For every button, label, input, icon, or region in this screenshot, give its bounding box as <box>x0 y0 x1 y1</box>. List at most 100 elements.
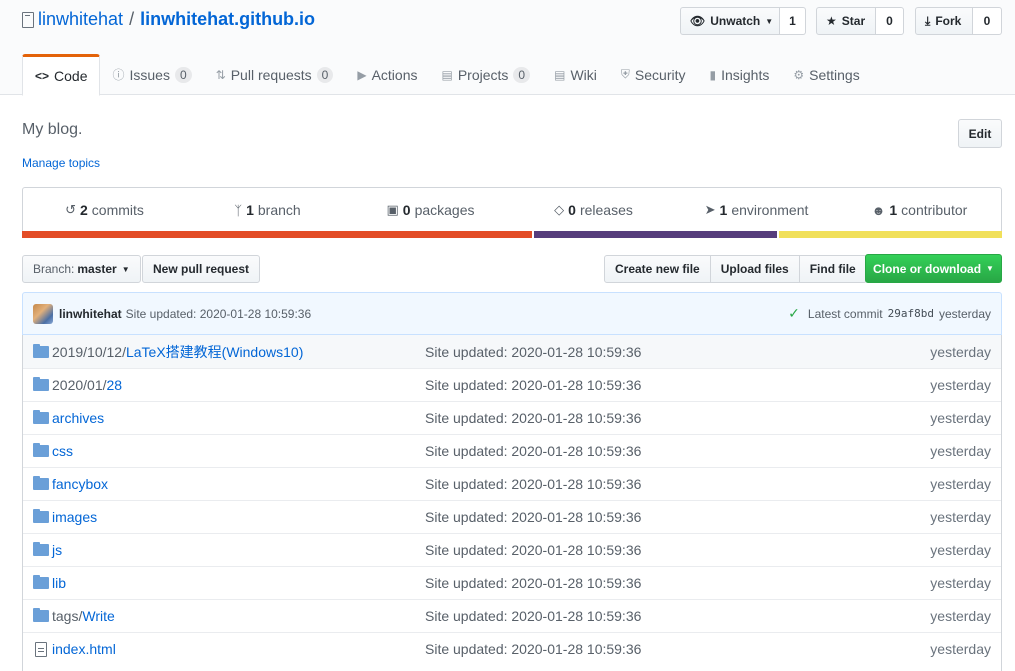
create-new-file-button[interactable]: Create new file <box>604 255 711 283</box>
numbers-summary: ↺ 2 commits ᛉ 1 branch ▣ 0 packages ◇ 0 … <box>22 187 1002 238</box>
file-commit-message-link[interactable]: Site updated: 2020-01-28 10:59:36 <box>425 377 641 393</box>
fork-button[interactable]: ⤓ Fork <box>915 7 973 35</box>
branch-select-button[interactable]: Branch: master ▼ <box>22 255 141 283</box>
tag-icon: ◇ <box>554 202 565 217</box>
repo-title-separator: / <box>129 9 135 29</box>
unwatch-button[interactable]: 👁 Unwatch ▼ <box>680 7 780 35</box>
file-row[interactable]: lib Site updated: 2020-01-28 10:59:36 yest… <box>23 566 1001 599</box>
file-commit-message-link[interactable]: Site updated: 2020-01-28 10:59:36 <box>425 575 641 591</box>
upload-files-button[interactable]: Upload files <box>709 255 800 283</box>
language-bar[interactable] <box>22 231 1002 238</box>
file-name-link[interactable]: 2020/01/28 <box>52 377 122 393</box>
summary-releases[interactable]: ◇ 0 releases <box>512 188 675 232</box>
file-row[interactable]: js Site updated: 2020-01-28 10:59:36 yeste… <box>23 533 1001 566</box>
file-name: fancybox <box>52 476 109 492</box>
file-name-link[interactable]: js <box>52 542 62 558</box>
issues-counter: 0 <box>174 66 192 83</box>
file-row[interactable]: archives Site updated: 2020-01-28 10:59:3… <box>23 401 1001 434</box>
file-row[interactable]: images Site updated: 2020-01-28 10:59:36 y… <box>23 500 1001 533</box>
summary-environment[interactable]: ➤ 1 environment <box>675 188 838 232</box>
packages-count: 0 <box>402 202 411 218</box>
new-pull-request-button[interactable]: New pull request <box>142 255 261 283</box>
repo-description: My blog. <box>22 121 83 138</box>
chevron-down-icon: ▼ <box>986 264 994 273</box>
file-name-link[interactable]: 2019/10/12/LaTeX搭建教程(Windows10) <box>52 342 303 362</box>
graph-icon: ▮ <box>709 67 717 82</box>
file-name: images <box>52 509 98 525</box>
avatar[interactable] <box>33 303 53 324</box>
folder-icon <box>33 542 49 556</box>
tab-projects[interactable]: ▤ Projects 0 <box>430 54 543 95</box>
file-age: yesterday <box>930 343 991 360</box>
file-name-link[interactable]: index.html <box>52 641 116 657</box>
file-row[interactable]: tags/Write Site updated: 2020-01-28 10:59… <box>23 599 1001 632</box>
tab-insights[interactable]: ▮ Insights <box>697 54 781 95</box>
people-icon: ☻ <box>871 202 886 218</box>
file-row[interactable]: 2019/10/12/LaTeX搭建教程(Windows10) Site upda… <box>23 335 1001 368</box>
branch-label: branch <box>257 202 301 218</box>
summary-branch[interactable]: ᛉ 1 branch <box>186 188 349 232</box>
check-icon[interactable]: ✓ <box>788 305 800 322</box>
commit-message-link[interactable]: Site updated: 2020-01-28 10:59:36 <box>126 307 311 321</box>
repo-owner-link[interactable]: linwhitehat <box>38 9 123 30</box>
find-file-button[interactable]: Find file <box>798 255 867 283</box>
file-name-link[interactable]: archives <box>52 410 104 426</box>
repo-name-link[interactable]: linwhitehat.github.io <box>140 9 315 30</box>
packages-label: packages <box>414 202 475 218</box>
tab-issues[interactable]: ⓘ Issues 0 <box>100 54 203 95</box>
file-age: yesterday <box>930 377 991 393</box>
file-row[interactable]: fancybox Site updated: 2020-01-28 10:59:3… <box>23 467 1001 500</box>
language-segment[interactable] <box>776 231 1002 238</box>
tab-pull-requests[interactable]: ⇅ Pull requests 0 <box>204 54 346 95</box>
file-commit-message-link[interactable]: Site updated: 2020-01-28 10:59:36 <box>425 509 641 525</box>
summary-contributor[interactable]: ☻ 1 contributor <box>838 188 1001 232</box>
releases-count: 0 <box>568 202 576 218</box>
forks-count[interactable]: 0 <box>973 7 1002 35</box>
stargazers-count[interactable]: 0 <box>876 7 904 35</box>
summary-commits[interactable]: ↺ 2 commits <box>23 188 186 232</box>
file-row[interactable]: 2020/01/28 Site updated: 2020-01-28 10:59… <box>23 368 1001 401</box>
language-segment[interactable] <box>531 231 777 238</box>
commit-sha-link[interactable]: 29af8bd <box>888 307 934 320</box>
commit-author-link[interactable]: linwhitehat <box>59 307 122 321</box>
file-name: archives <box>52 410 105 426</box>
star-icon: ★ <box>826 14 837 28</box>
file-commit-message-link[interactable]: Site updated: 2020-01-28 10:59:36 <box>425 608 641 624</box>
file-name-link[interactable]: css <box>52 443 73 459</box>
tab-wiki[interactable]: ▤ Wiki <box>542 54 609 95</box>
language-segment[interactable] <box>22 231 532 238</box>
file-age: yesterday <box>930 410 991 426</box>
clone-or-download-button[interactable]: Clone or download ▼ <box>865 254 1002 283</box>
manage-topics-link[interactable]: Manage topics <box>22 156 100 170</box>
file-age: yesterday <box>930 443 991 459</box>
file-commit-message-link[interactable]: Site updated: 2020-01-28 10:59:36 <box>425 641 641 657</box>
file-name-link[interactable]: tags/Write <box>52 608 115 624</box>
environment-count: 1 <box>719 202 728 218</box>
tab-settings[interactable]: ⚙ Settings <box>781 54 871 95</box>
file-row[interactable]: css Site updated: 2020-01-28 10:59:36 yest… <box>23 434 1001 467</box>
file-commit-message-link[interactable]: Site updated: 2020-01-28 10:59:36 <box>425 443 641 459</box>
tab-actions[interactable]: ▶ Actions <box>345 54 429 95</box>
summary-packages[interactable]: ▣ 0 packages <box>349 188 512 232</box>
folder-icon <box>33 509 49 523</box>
file-name: Write <box>82 608 115 624</box>
file-name-link[interactable]: images <box>52 509 97 525</box>
star-button[interactable]: ★ Star <box>816 7 876 35</box>
tab-code[interactable]: <> Code <box>22 54 101 96</box>
file-row[interactable]: index.html Site updated: 2020-01-28 10:59… <box>23 632 1001 665</box>
file-commit-message-link[interactable]: Site updated: 2020-01-28 10:59:36 <box>425 410 641 426</box>
contributor-count: 1 <box>889 202 898 218</box>
file-name: index.html <box>52 641 116 657</box>
tab-actions-label: Actions <box>371 66 418 83</box>
file-commit-message-link[interactable]: Site updated: 2020-01-28 10:59:36 <box>425 542 641 558</box>
tab-security[interactable]: ⛨ Security <box>609 54 698 95</box>
watch-group: 👁 Unwatch ▼ 1 <box>680 7 806 35</box>
edit-description-button[interactable]: Edit <box>958 119 1002 148</box>
file-commit-message-link[interactable]: Site updated: 2020-01-28 10:59:36 <box>425 476 641 492</box>
watchers-count[interactable]: 1 <box>780 7 806 35</box>
file-name-link[interactable]: fancybox <box>52 476 108 492</box>
tab-insights-label: Insights <box>721 66 770 83</box>
file-name-link[interactable]: lib <box>52 575 66 591</box>
gear-icon: ⚙ <box>793 67 805 82</box>
file-commit-message-link[interactable]: Site updated: 2020-01-28 10:59:36 <box>425 344 641 360</box>
